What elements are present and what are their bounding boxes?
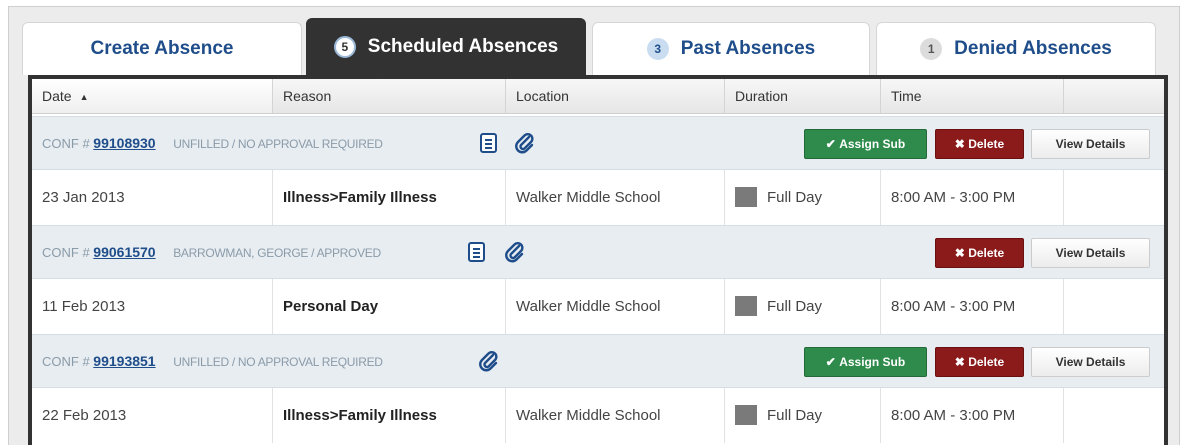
view-details-button[interactable]: View Details bbox=[1031, 129, 1150, 159]
denied-count-badge: 1 bbox=[920, 38, 943, 60]
absence-duration: Full Day bbox=[767, 407, 823, 424]
table-row[interactable]: 23 Jan 2013 Illness>Family Illness Walke… bbox=[32, 170, 1164, 225]
absence-reason: Illness>Family Illness bbox=[273, 170, 506, 225]
check-icon: ✔ bbox=[825, 137, 836, 151]
absence-duration: Full Day bbox=[767, 298, 823, 315]
x-icon: ✖ bbox=[954, 355, 965, 369]
paperclip-icon[interactable] bbox=[514, 132, 536, 154]
table-row[interactable]: 11 Feb 2013 Personal Day Walker Middle S… bbox=[32, 279, 1164, 334]
conf-prefix: CONF # bbox=[42, 354, 90, 369]
absence-time: 8:00 AM - 3:00 PM bbox=[881, 170, 1064, 225]
table-row[interactable]: 22 Feb 2013 Illness>Family Illness Walke… bbox=[32, 388, 1164, 443]
scheduled-count-badge: 5 bbox=[333, 36, 356, 58]
column-header-duration[interactable]: Duration bbox=[725, 79, 881, 113]
tab-create-absence[interactable]: Create Absence bbox=[22, 22, 302, 75]
absence-status: UNFILLED / NO APPROVAL REQUIRED bbox=[173, 137, 383, 151]
conf-prefix: CONF # bbox=[42, 136, 90, 151]
duration-color-swatch bbox=[735, 295, 757, 316]
absence-location: Walker Middle School bbox=[506, 279, 725, 334]
absence-date: 23 Jan 2013 bbox=[32, 170, 273, 225]
absence-time: 8:00 AM - 3:00 PM bbox=[881, 279, 1064, 334]
column-header-reason[interactable]: Reason bbox=[273, 79, 506, 113]
column-header-actions bbox=[1064, 79, 1164, 113]
absence-duration: Full Day bbox=[767, 189, 823, 206]
delete-button[interactable]: ✖ Delete bbox=[935, 347, 1024, 377]
absence-location: Walker Middle School bbox=[506, 170, 725, 225]
absence-date: 22 Feb 2013 bbox=[32, 388, 273, 443]
absences-table-panel: Date ▲ Reason Location Duration Time CONF… bbox=[28, 75, 1168, 445]
tab-label: Past Absences bbox=[680, 38, 816, 59]
absence-tabs: Create Absence 5 Scheduled Absences 3 Pa… bbox=[22, 18, 1164, 75]
past-count-badge: 3 bbox=[646, 38, 669, 60]
confirmation-row: CONF # 99061570 BARROWMAN, GEORGE / APPR… bbox=[32, 225, 1164, 279]
tab-scheduled-absences[interactable]: 5 Scheduled Absences bbox=[306, 18, 586, 75]
duration-color-swatch bbox=[735, 186, 757, 207]
table-header: Date ▲ Reason Location Duration Time bbox=[32, 79, 1164, 114]
document-icon[interactable] bbox=[466, 241, 488, 263]
paperclip-icon[interactable] bbox=[478, 350, 500, 372]
absences-table: Date ▲ Reason Location Duration Time CONF… bbox=[32, 79, 1164, 445]
duration-color-swatch bbox=[735, 404, 757, 425]
delete-button[interactable]: ✖ Delete bbox=[935, 129, 1024, 159]
absence-reason: Personal Day bbox=[273, 279, 506, 334]
absence-time: 8:00 AM - 3:00 PM bbox=[881, 388, 1064, 443]
x-icon: ✖ bbox=[954, 246, 965, 260]
absence-date: 11 Feb 2013 bbox=[32, 279, 273, 334]
column-header-location[interactable]: Location bbox=[506, 79, 725, 113]
confirmation-row: CONF # 99108930 UNFILLED / NO APPROVAL R… bbox=[32, 116, 1164, 170]
delete-button[interactable]: ✖ Delete bbox=[935, 238, 1024, 268]
tab-past-absences[interactable]: 3 Past Absences bbox=[592, 22, 870, 75]
absence-status: BARROWMAN, GEORGE / APPROVED bbox=[173, 246, 381, 260]
confirmation-number-link[interactable]: 99108930 bbox=[93, 135, 155, 151]
absence-reason: Illness>Family Illness bbox=[273, 388, 506, 443]
paperclip-icon[interactable] bbox=[504, 241, 526, 263]
absence-status: UNFILLED / NO APPROVAL REQUIRED bbox=[173, 355, 383, 369]
tab-denied-absences[interactable]: 1 Denied Absences bbox=[876, 22, 1156, 75]
absence-location: Walker Middle School bbox=[506, 388, 725, 443]
view-details-button[interactable]: View Details bbox=[1031, 347, 1150, 377]
check-icon: ✔ bbox=[825, 355, 836, 369]
confirmation-row: CONF # 99193851 UNFILLED / NO APPROVAL R… bbox=[32, 334, 1164, 388]
column-header-time[interactable]: Time bbox=[881, 79, 1064, 113]
tab-label: Denied Absences bbox=[954, 38, 1112, 59]
column-header-date[interactable]: Date ▲ bbox=[32, 79, 273, 113]
document-icon[interactable] bbox=[478, 132, 500, 154]
x-icon: ✖ bbox=[954, 137, 965, 151]
sort-up-icon: ▲ bbox=[79, 92, 89, 102]
confirmation-number-link[interactable]: 99193851 bbox=[93, 353, 155, 369]
tab-label: Scheduled Absences bbox=[367, 36, 559, 57]
conf-prefix: CONF # bbox=[42, 245, 90, 260]
view-details-button[interactable]: View Details bbox=[1031, 238, 1150, 268]
assign-sub-button[interactable]: ✔ Assign Sub bbox=[804, 129, 927, 159]
confirmation-number-link[interactable]: 99061570 bbox=[93, 244, 155, 260]
assign-sub-button[interactable]: ✔ Assign Sub bbox=[804, 347, 927, 377]
tab-label: Create Absence bbox=[90, 38, 234, 59]
